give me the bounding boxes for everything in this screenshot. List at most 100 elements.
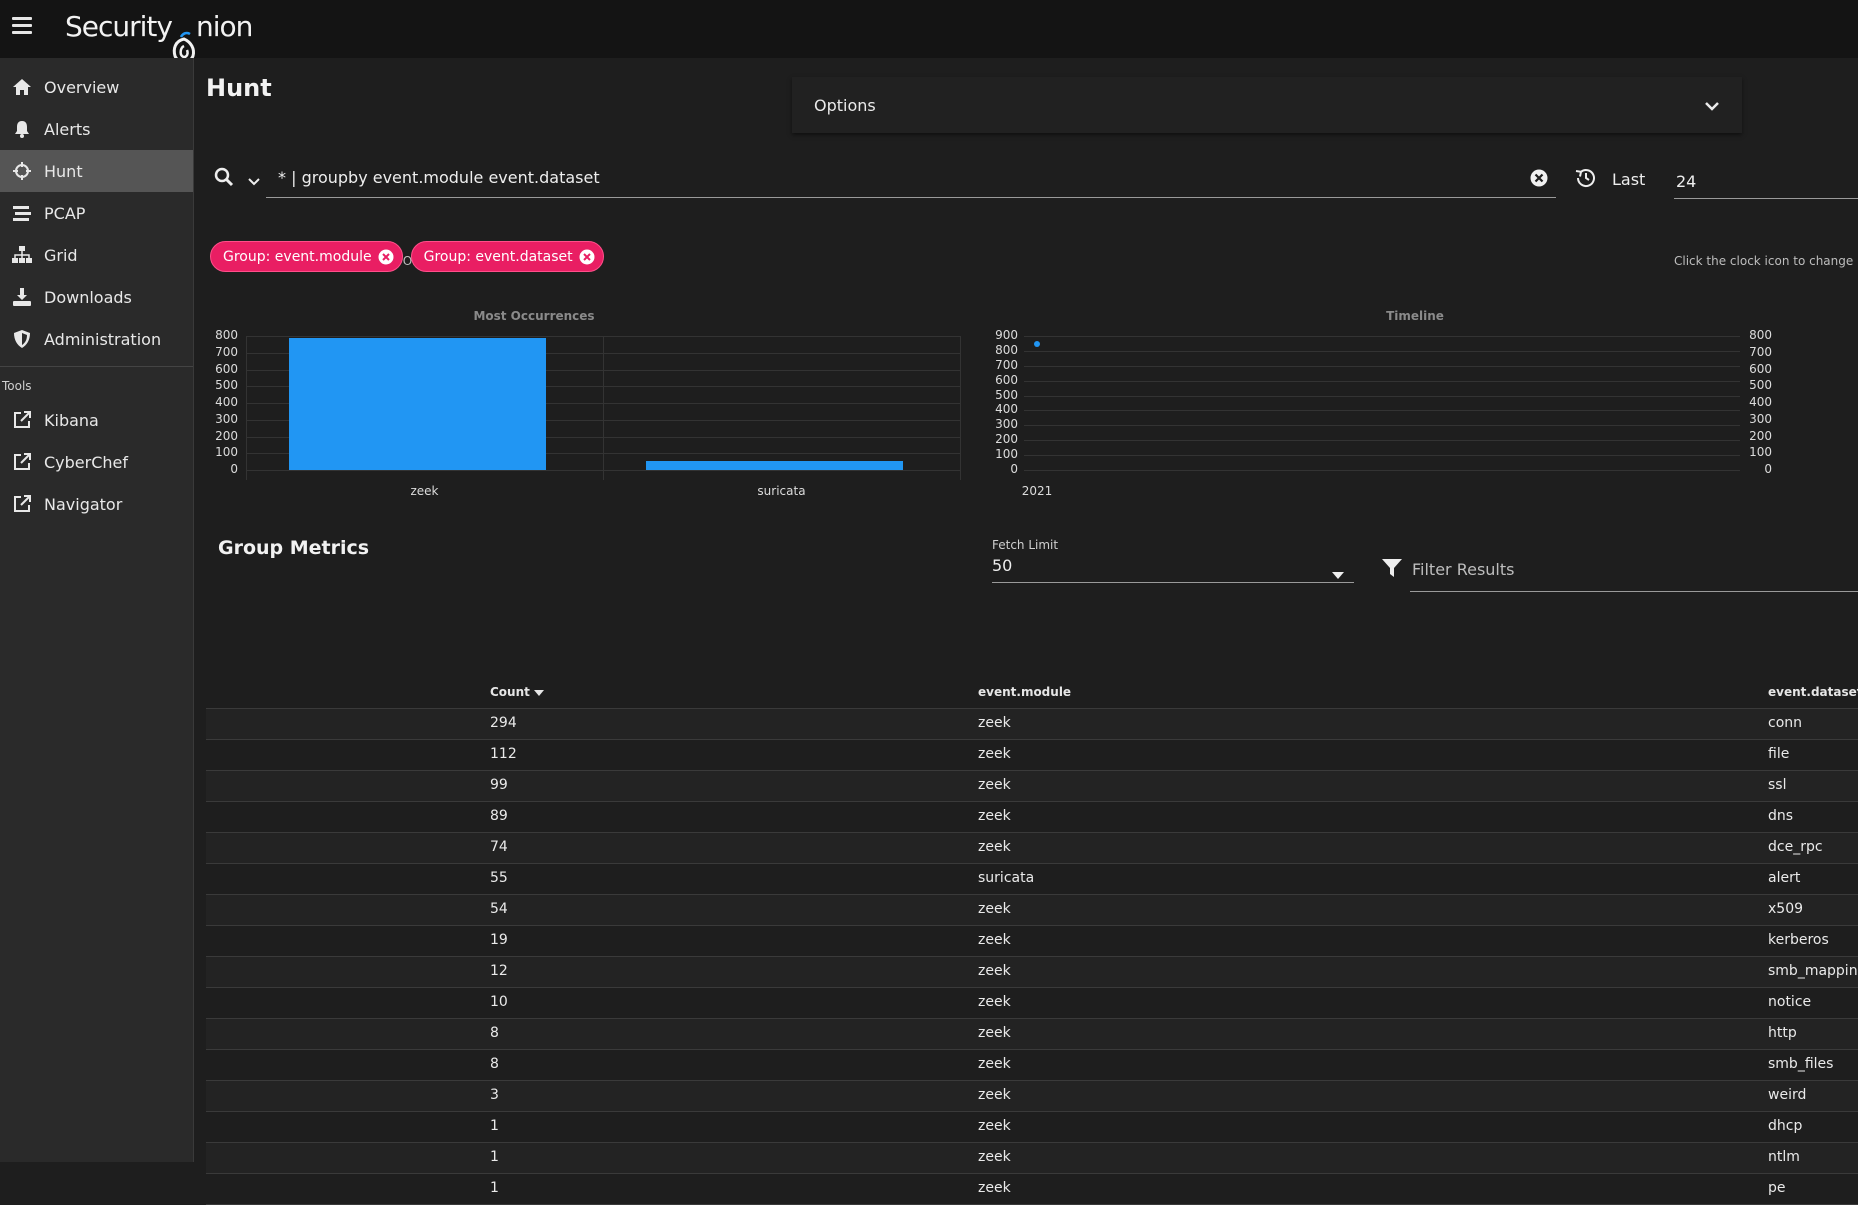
y2-tick-label: 100 [1749,445,1772,460]
y2-tick-label: 400 [1749,395,1772,409]
y-tick-label: 200 [215,428,238,443]
table-row[interactable]: 10 zeek notice [206,988,1858,1019]
column-header-module[interactable]: event.module [978,685,1071,699]
sidebar-item-administration[interactable]: Administration [0,318,193,360]
time-hint: Click the clock icon to change [1674,254,1854,268]
chevron-down-icon [1704,96,1720,115]
y2-tick-label: 300 [1749,411,1772,426]
search-icon[interactable] [214,167,234,191]
y-tick-label: 100 [995,447,1018,462]
y-tick-label: 0 [1010,462,1018,476]
column-header-count[interactable]: Count [490,685,545,699]
group-chip[interactable]: Group: event.module [210,241,403,272]
sidebar-item-pcap[interactable]: PCAP [0,192,193,234]
filter-results-input[interactable] [1410,548,1858,592]
module-cell: zeek [978,808,1011,824]
module-cell: suricata [978,870,1035,886]
sidebar-item-label: Grid [44,245,78,265]
remove-chip-icon[interactable] [579,249,595,265]
logo-prefix: Security [65,10,173,43]
dataset-cell: dns [1768,808,1794,824]
bar-zeek[interactable] [288,337,546,470]
sidebar-item-downloads[interactable]: Downloads [0,276,193,318]
timeline-point[interactable] [1034,341,1040,348]
sort-desc-icon [534,685,545,699]
module-cell: zeek [978,1180,1011,1196]
dataset-cell: smb_mapping [1768,963,1858,979]
table-header: Count event.module event.dataset [206,674,1858,709]
options-label: Options [814,95,876,115]
y-tick-label: 600 [215,361,238,376]
external-link-icon [10,494,34,514]
sidebar-item-overview[interactable]: Overview [0,66,193,108]
table-row[interactable]: 55 suricata alert [206,864,1858,895]
fetch-limit-select[interactable]: Fetch Limit 50 [992,538,1354,583]
table-row[interactable]: 54 zeek x509 [206,895,1858,926]
module-cell: zeek [978,1025,1011,1041]
count-cell: 1 [490,1149,499,1165]
options-panel[interactable]: Options [792,77,1742,133]
table-row[interactable]: 8 zeek http [206,1019,1858,1050]
sidebar-item-grid[interactable]: Grid [0,234,193,276]
logo-suffix: nion [195,10,253,43]
filter-icon [1382,558,1402,582]
dataset-cell: http [1768,1025,1797,1041]
y-tick-label: 700 [215,344,238,359]
table-row[interactable]: 89 zeek dns [206,802,1858,833]
group-chip[interactable]: Group: event.dataset [410,241,604,272]
table-row[interactable]: 112 zeek file [206,740,1858,771]
table-row[interactable]: 3 zeek weird [206,1081,1858,1112]
gridline [960,336,961,480]
query-input[interactable] [266,158,1556,198]
remove-chip-icon[interactable] [378,249,394,265]
y-tick-label: 200 [995,432,1018,447]
dataset-cell: dce_rpc [1768,839,1823,855]
gridline [1024,380,1740,382]
y2-tick-label: 500 [1749,378,1772,393]
chevron-down-icon[interactable] [248,171,260,190]
sidebar-item-kibana[interactable]: Kibana [0,399,193,441]
sidebar-item-label: Kibana [44,410,99,430]
dataset-cell: conn [1768,715,1803,731]
table-row[interactable]: 1 zeek ntlm [206,1143,1858,1174]
bar-suricata[interactable] [645,460,903,470]
y-tick-label: 700 [995,357,1018,372]
y-tick-label: 800 [215,328,238,342]
module-cell: zeek [978,1087,1011,1103]
sidebar-item-navigator[interactable]: Navigator [0,483,193,525]
sidebar-item-hunt[interactable]: Hunt [0,150,193,192]
table-row[interactable]: 1 zeek dhcp [206,1112,1858,1143]
y2-tick-label: 200 [1749,428,1772,443]
gridline [1024,440,1740,442]
gridline [1024,350,1740,352]
menu-icon[interactable] [12,17,32,34]
sidebar-item-label: Hunt [44,161,83,181]
table-row[interactable]: 8 zeek smb_files [206,1050,1858,1081]
sidebar-item-label: Administration [44,329,162,349]
table-row[interactable]: 1 zeek pe [206,1174,1858,1205]
count-cell: 3 [490,1087,499,1103]
column-header-dataset[interactable]: event.dataset [1768,685,1858,699]
home-icon [10,77,34,97]
clear-query-icon[interactable] [1530,169,1548,191]
y-tick-label: 900 [995,328,1018,342]
table-row[interactable]: 74 zeek dce_rpc [206,833,1858,864]
gridline [1024,365,1740,367]
sidebar-item-label: Navigator [44,494,123,514]
history-clock-icon[interactable] [1574,168,1596,192]
sidebar-item-label: Downloads [44,287,132,307]
sidebar-item-cyberchef[interactable]: CyberChef [0,441,193,483]
shield-icon [10,329,34,349]
table-row[interactable]: 99 zeek ssl [206,771,1858,802]
sidebar-item-alerts[interactable]: Alerts [0,108,193,150]
table-row[interactable]: 19 zeek kerberos [206,926,1858,957]
count-cell: 10 [490,994,508,1010]
module-cell: zeek [978,746,1011,762]
module-cell: zeek [978,1056,1011,1072]
x-tick-label: suricata [757,484,806,498]
y-tick-label: 300 [215,411,238,426]
time-value-input[interactable] [1674,158,1858,199]
table-row[interactable]: 12 zeek smb_mapping [206,957,1858,988]
table-row[interactable]: 294 zeek conn [206,709,1858,740]
dataset-cell: smb_files [1768,1056,1834,1072]
